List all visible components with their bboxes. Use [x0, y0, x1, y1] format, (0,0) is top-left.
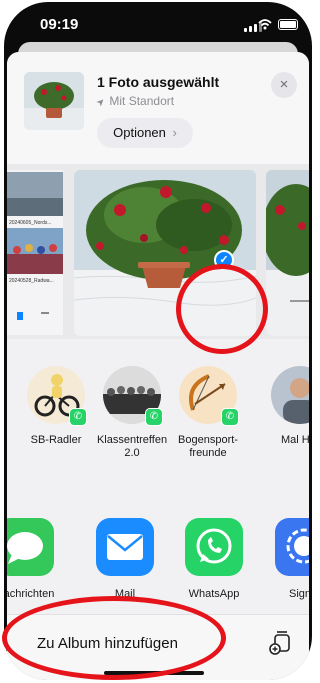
whatsapp-badge-icon: ✆: [69, 408, 87, 426]
phone-frame: 09:19 1 Foto ausgewählt ➤Mit Standort × …: [4, 2, 312, 680]
photo-left-label-1: 20240605_Nords...: [9, 220, 52, 226]
app-name: WhatsApp: [188, 588, 240, 600]
photo-left-label-2: 20240528_Radwa...: [9, 278, 54, 284]
app-mail[interactable]: Mail: [85, 518, 165, 600]
person-name: Bogensport-freunde: [178, 434, 238, 459]
photo-thumbnail-left[interactable]: 20240605_Nords... 20240528_Radwa...: [7, 170, 63, 335]
signal-app-icon: [275, 518, 309, 576]
share-title: 1 Foto ausgewählt: [97, 74, 220, 90]
person-bogensport[interactable]: ✆ Bogensport-freunde: [169, 366, 247, 460]
whatsapp-icon: [185, 518, 243, 576]
share-header: 1 Foto ausgewählt ➤Mit Standort × Option…: [7, 52, 309, 164]
status-time: 09:19: [40, 16, 79, 33]
options-label: Optionen: [113, 125, 166, 140]
annotation-circle-album: [2, 596, 226, 680]
app-nachrichten[interactable]: Nachrichten: [7, 518, 65, 600]
app-name: Nachrichten: [7, 588, 55, 600]
avatar: ✆: [179, 366, 239, 426]
add-to-album-icon: [269, 631, 290, 655]
app-whatsapp[interactable]: WhatsApp: [174, 518, 254, 600]
person-name: SB-Radler: [30, 434, 82, 446]
chevron-right-icon: ›: [172, 125, 177, 140]
options-button[interactable]: Optionen ›: [97, 118, 193, 148]
location-arrow-icon: ➤: [94, 95, 109, 110]
app-signal[interactable]: Signal: [269, 518, 309, 600]
whatsapp-badge-icon: ✆: [145, 408, 163, 426]
app-row: Nachrichten Mail WhatsApp Signal: [7, 490, 309, 610]
location-info[interactable]: ➤Mit Standort: [94, 94, 175, 110]
avatar: ✆: [27, 366, 87, 426]
messages-icon: [7, 518, 54, 576]
person-name: Klassentreffen 2.0: [96, 434, 168, 459]
person-sb-radler[interactable]: ✆ SB-Radler: [17, 366, 95, 447]
close-button[interactable]: ×: [271, 72, 297, 98]
status-bar: 09:19: [4, 2, 312, 42]
annotation-circle-check: [176, 264, 268, 354]
person-name: Mal He: [281, 434, 309, 446]
whatsapp-badge-icon: ✆: [221, 408, 239, 426]
avatar: ✆: [103, 366, 163, 426]
photo-thumbnail-right[interactable]: [266, 170, 309, 336]
person-partial[interactable]: Mal He: [271, 366, 309, 447]
selected-photo-thumbnail: [24, 72, 84, 130]
people-suggestions: ✆ SB-Radler ✆ Klassentreffen 2.0 ✆ Bogen…: [7, 350, 309, 470]
app-name: Signal: [289, 588, 309, 600]
wifi-icon: [258, 19, 272, 30]
battery-icon: [278, 19, 298, 30]
avatar: [271, 366, 309, 424]
person-klassentreffen[interactable]: ✆ Klassentreffen 2.0: [93, 366, 171, 460]
mail-icon: [96, 518, 154, 576]
share-sheet: 1 Foto ausgewählt ➤Mit Standort × Option…: [7, 52, 309, 680]
location-label: Mit Standort: [109, 94, 175, 108]
